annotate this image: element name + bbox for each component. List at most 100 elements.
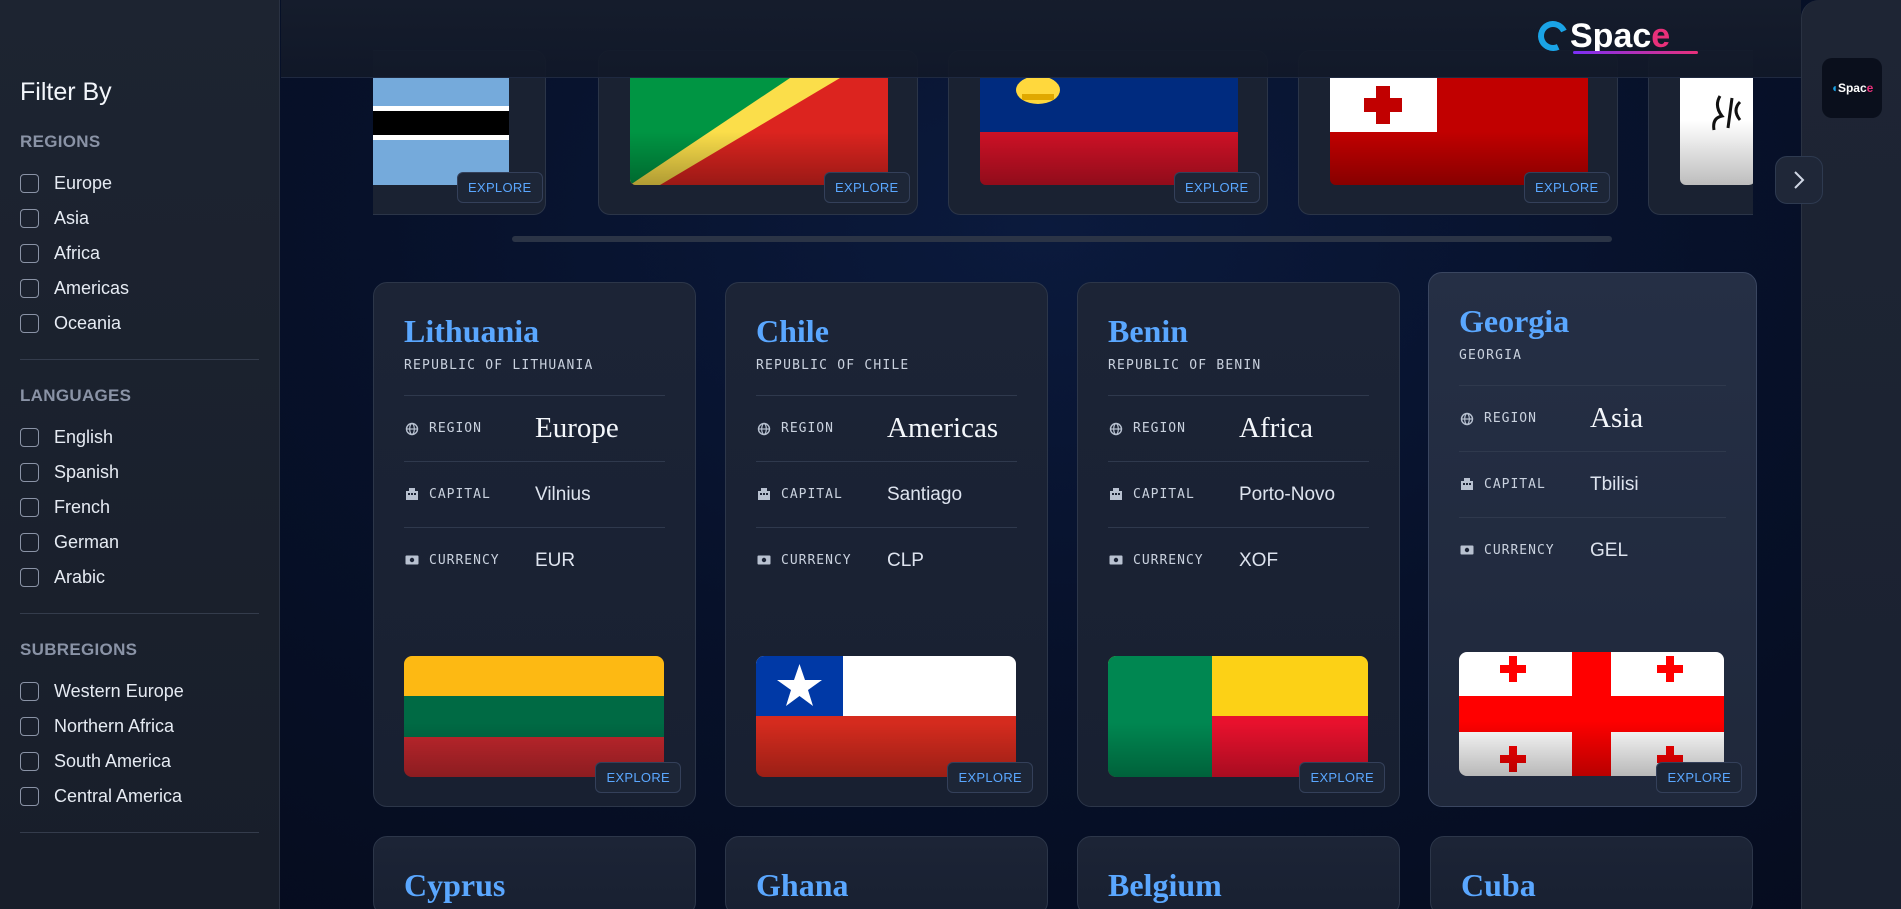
filter-option-western-europe[interactable]: Western Europe bbox=[20, 674, 259, 709]
filter-option-spanish[interactable]: Spanish bbox=[20, 455, 259, 490]
flag-chile bbox=[756, 656, 1016, 777]
checkbox[interactable] bbox=[20, 463, 39, 482]
explore-button[interactable]: EXPLORE bbox=[947, 762, 1033, 793]
filter-option-south-america[interactable]: South America bbox=[20, 744, 259, 779]
banknote-icon bbox=[1108, 554, 1124, 568]
globe-icon bbox=[404, 422, 420, 436]
official-name: REPUBLIC OF BENIN bbox=[1108, 358, 1262, 373]
region-row: REGION Europe bbox=[404, 395, 665, 461]
flag-benin bbox=[1108, 656, 1368, 777]
country-name: Belgium bbox=[1108, 867, 1222, 903]
filter-option-french[interactable]: French bbox=[20, 490, 259, 525]
currency-row: CURRENCY GEL bbox=[1459, 517, 1726, 583]
checkbox[interactable] bbox=[20, 533, 39, 552]
chevron-right-icon bbox=[1794, 171, 1805, 189]
flag-georgia bbox=[1459, 652, 1724, 776]
building-icon bbox=[1108, 487, 1124, 502]
checkbox[interactable] bbox=[20, 752, 39, 771]
logo-text: Spac bbox=[1570, 16, 1652, 55]
filter-group-languages: LANGUAGES English Spanish French German … bbox=[20, 386, 259, 614]
filter-option-europe[interactable]: Europe bbox=[20, 166, 259, 201]
filter-option-americas[interactable]: Americas bbox=[20, 271, 259, 306]
globe-icon bbox=[756, 422, 772, 436]
filter-option-arabic[interactable]: Arabic bbox=[20, 560, 259, 595]
filter-option-africa[interactable]: Africa bbox=[20, 236, 259, 271]
filter-option-asia[interactable]: Asia bbox=[20, 201, 259, 236]
checkbox[interactable] bbox=[20, 717, 39, 736]
filter-option-oceania[interactable]: Oceania bbox=[20, 306, 259, 341]
flag-botswana bbox=[373, 78, 509, 185]
country-name: Ghana bbox=[756, 867, 849, 903]
explore-button[interactable]: EXPLORE bbox=[1174, 172, 1260, 203]
region-value: Europe bbox=[535, 412, 619, 444]
currency-value: CLP bbox=[887, 549, 924, 571]
checkbox[interactable] bbox=[20, 279, 39, 298]
filter-sidebar: Filter By REGIONS Europe Asia Africa Ame… bbox=[0, 0, 280, 909]
currency-value: XOF bbox=[1239, 549, 1279, 571]
banknote-icon bbox=[756, 554, 772, 568]
country-name: Cyprus bbox=[404, 867, 506, 903]
capital-value: Porto-Novo bbox=[1239, 483, 1336, 505]
building-icon bbox=[404, 487, 420, 502]
country-name: Cuba bbox=[1461, 867, 1536, 903]
country-name: Chile bbox=[756, 313, 829, 349]
region-value: Americas bbox=[887, 412, 999, 444]
filter-option-northern-africa[interactable]: Northern Africa bbox=[20, 709, 259, 744]
right-rail: ◖ Spac e bbox=[1801, 0, 1901, 909]
flag-congo bbox=[630, 78, 888, 185]
checkbox[interactable] bbox=[20, 314, 39, 333]
checkbox[interactable] bbox=[20, 498, 39, 517]
logo-text-accent: e bbox=[1651, 16, 1671, 55]
checkbox[interactable] bbox=[20, 682, 39, 701]
country-card-cuba[interactable]: Cuba bbox=[1430, 836, 1753, 909]
country-card-cyprus[interactable]: Cyprus bbox=[373, 836, 696, 909]
banknote-icon bbox=[1459, 544, 1475, 558]
country-card-lithuania[interactable]: Lithuania REPUBLIC OF LITHUANIA REGION E… bbox=[373, 282, 696, 807]
explore-button[interactable]: EXPLORE bbox=[1656, 762, 1742, 793]
explore-button[interactable]: EXPLORE bbox=[1299, 762, 1385, 793]
checkbox[interactable] bbox=[20, 174, 39, 193]
checkbox[interactable] bbox=[20, 209, 39, 228]
globe-icon bbox=[1459, 412, 1475, 426]
currency-row: CURRENCY CLP bbox=[756, 527, 1017, 593]
country-card-georgia[interactable]: Georgia GEORGIA REGION Asia CAPITAL Tbil… bbox=[1428, 272, 1757, 807]
rail-logo-thumbnail[interactable]: ◖ Spac e bbox=[1822, 58, 1882, 118]
logo-c-icon bbox=[1533, 16, 1573, 56]
explore-button[interactable]: EXPLORE bbox=[595, 762, 681, 793]
filter-option-english[interactable]: English bbox=[20, 420, 259, 455]
flag-afghanistan bbox=[1680, 78, 1753, 185]
brand-logo[interactable]: Spac e bbox=[1533, 16, 1671, 56]
filter-option-german[interactable]: German bbox=[20, 525, 259, 560]
capital-row: CAPITAL Vilnius bbox=[404, 461, 665, 527]
region-value: Asia bbox=[1590, 402, 1644, 434]
checkbox[interactable] bbox=[20, 568, 39, 587]
explore-button[interactable]: EXPLORE bbox=[824, 172, 910, 203]
country-card-belgium[interactable]: Belgium bbox=[1077, 836, 1400, 909]
country-card-ghana[interactable]: Ghana bbox=[725, 836, 1048, 909]
checkbox[interactable] bbox=[20, 428, 39, 447]
currency-row: CURRENCY EUR bbox=[404, 527, 665, 593]
official-name: GEORGIA bbox=[1459, 348, 1523, 363]
capital-row: CAPITAL Porto-Novo bbox=[1108, 461, 1369, 527]
explore-button[interactable]: EXPLORE bbox=[1524, 172, 1610, 203]
carousel-next-button[interactable] bbox=[1775, 156, 1823, 204]
building-icon bbox=[1459, 477, 1475, 492]
flag-tonga bbox=[1330, 78, 1588, 185]
filter-group-heading: SUBREGIONS bbox=[20, 640, 138, 659]
region-row: REGION Americas bbox=[756, 395, 1017, 461]
checkbox[interactable] bbox=[20, 244, 39, 263]
country-name: Benin bbox=[1108, 313, 1189, 349]
logo-underline bbox=[1573, 51, 1698, 54]
logo-c-icon: ◖ bbox=[1830, 81, 1838, 95]
filter-group-subregions: SUBREGIONS Western Europe Northern Afric… bbox=[20, 640, 259, 833]
region-value: Africa bbox=[1239, 412, 1314, 444]
country-card-chile[interactable]: Chile REPUBLIC OF CHILE REGION Americas … bbox=[725, 282, 1048, 807]
official-name: REPUBLIC OF CHILE bbox=[756, 358, 910, 373]
filter-group-heading: REGIONS bbox=[20, 132, 101, 151]
filter-group-regions: REGIONS Europe Asia Africa Americas Ocea… bbox=[20, 132, 259, 360]
country-card-benin[interactable]: Benin REPUBLIC OF BENIN REGION Africa CA… bbox=[1077, 282, 1400, 807]
explore-button[interactable]: EXPLORE bbox=[457, 172, 543, 203]
filter-option-central-america[interactable]: Central America bbox=[20, 779, 259, 814]
carousel-scrollbar[interactable] bbox=[512, 236, 1612, 242]
checkbox[interactable] bbox=[20, 787, 39, 806]
